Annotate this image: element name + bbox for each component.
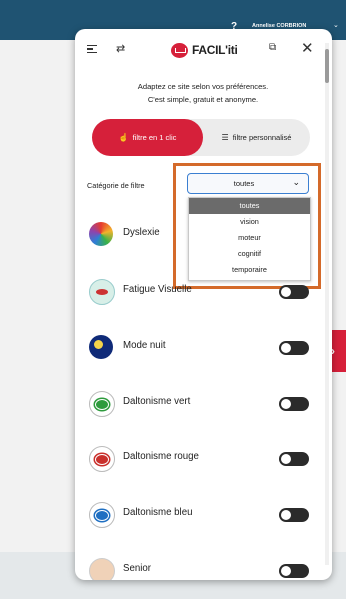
mode-one-click-label: filtre en 1 clic	[132, 133, 177, 142]
filter-label: Senior	[123, 563, 152, 574]
filter-row[interactable]: Daltonisme bleu	[87, 501, 315, 528]
intro-line-1: Adaptez ce site selon vos préférences.	[137, 82, 269, 91]
filter-mode-switch: ☝ filtre en 1 clic ☰ filtre personnalisé	[92, 119, 310, 156]
red-eye-icon	[89, 446, 115, 472]
chevron-down-icon[interactable]: ⌄	[333, 21, 339, 29]
intro-text: Adaptez ce site selon vos préférences. C…	[87, 80, 319, 106]
filter-row[interactable]: Mode nuit	[87, 334, 315, 360]
category-label: Catégorie de filtre	[87, 181, 145, 190]
mode-custom-label: filtre personnalisé	[232, 133, 292, 142]
filter-row[interactable]: Fatigue Visuelle	[87, 278, 315, 305]
toggle-switch[interactable]	[279, 452, 309, 466]
toggle-switch[interactable]	[279, 341, 309, 355]
toggle-switch[interactable]	[279, 564, 309, 578]
faciliti-panel: ⇄ FACIL'iti ⧉ ✕ Adaptez ce site selon vo…	[75, 29, 332, 580]
swap-arrows-icon[interactable]: ⇄	[116, 42, 125, 55]
filter-label: Daltonisme bleu	[123, 507, 193, 518]
eye-fatigue-icon	[89, 279, 115, 305]
faciliti-logo: FACIL'iti	[171, 41, 238, 59]
toggle-switch[interactable]	[279, 508, 309, 522]
filter-row[interactable]: Dyslexie	[87, 221, 315, 247]
filter-label: Daltonisme rouge	[123, 451, 199, 462]
click-icon: ☝	[118, 133, 129, 142]
filter-row[interactable]: Daltonisme vert	[87, 390, 315, 417]
toggle-switch[interactable]	[279, 397, 309, 411]
picture-in-picture-icon[interactable]: ⧉	[269, 42, 276, 53]
close-icon[interactable]: ✕	[301, 39, 314, 57]
dyslexia-icon	[89, 222, 113, 246]
scrollbar-thumb[interactable]	[325, 49, 329, 83]
filter-row[interactable]: Senior	[87, 557, 315, 580]
mode-one-click-button[interactable]: ☝ filtre en 1 clic	[92, 119, 203, 156]
filter-label: Mode nuit	[123, 340, 166, 351]
settings-sliders-icon: ☰	[221, 133, 229, 142]
mode-custom-button[interactable]: ☰ filtre personnalisé	[203, 119, 310, 156]
filter-label: Daltonisme vert	[123, 396, 191, 407]
toggle-switch[interactable]	[279, 285, 309, 299]
scrollbar[interactable]	[325, 43, 329, 565]
filter-label: Fatigue Visuelle	[123, 284, 192, 295]
filter-label: Dyslexie	[123, 227, 160, 238]
crown-icon	[171, 42, 188, 58]
filter-row[interactable]: Daltonisme rouge	[87, 445, 315, 472]
logo-text: FACIL'iti	[192, 43, 238, 57]
green-eye-icon	[89, 391, 115, 417]
menu-icon[interactable]	[87, 45, 97, 54]
intro-line-2: C'est simple, gratuit et anonyme.	[147, 95, 259, 104]
blue-eye-icon	[89, 502, 115, 528]
night-mode-icon	[89, 335, 113, 359]
senior-icon	[89, 558, 115, 580]
